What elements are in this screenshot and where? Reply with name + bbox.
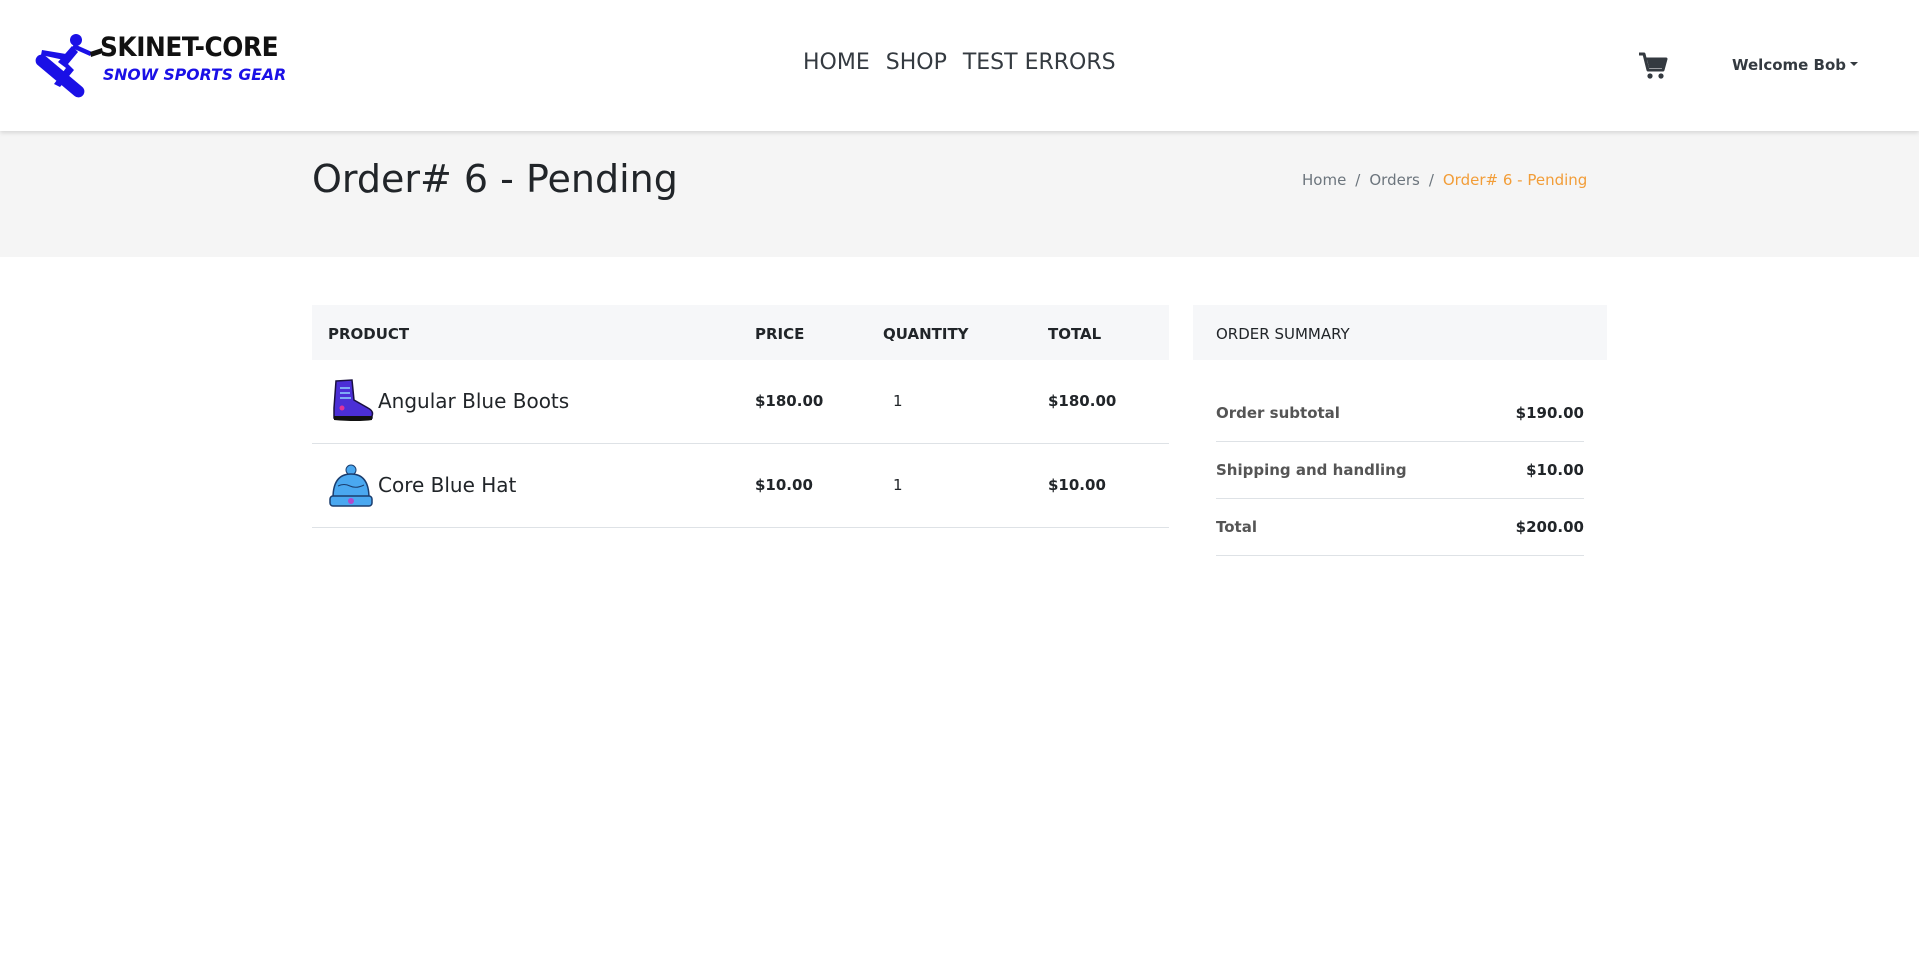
column-header-total: TOTAL — [1048, 325, 1102, 343]
welcome-label: Welcome Bob — [1732, 56, 1847, 74]
nav-shop-link[interactable]: SHOP — [886, 50, 947, 75]
snowboarder-logo-icon — [35, 34, 103, 98]
breadcrumb-orders-link[interactable]: Orders — [1369, 171, 1419, 189]
site-logo[interactable]: SKINET-CORE SNOW SPORTS GEAR — [28, 32, 286, 102]
shopping-cart-icon[interactable] — [1638, 52, 1668, 80]
nav-home-link[interactable]: HOME — [803, 50, 870, 75]
summary-label: Order subtotal — [1216, 404, 1340, 422]
main-nav: HOME SHOP TEST ERRORS — [803, 50, 1116, 75]
summary-value: $10.00 — [1526, 461, 1584, 479]
page-title: Order# 6 - Pending — [312, 157, 678, 201]
boot-image[interactable] — [328, 378, 374, 422]
page-header: Order# 6 - Pending Home / Orders / Order… — [0, 131, 1919, 257]
chevron-down-icon — [1850, 61, 1859, 66]
product-quantity: 1 — [893, 392, 903, 410]
summary-row-subtotal: Order subtotal $190.00 — [1216, 385, 1584, 442]
summary-value: $200.00 — [1515, 518, 1584, 536]
breadcrumb-current: Order# 6 - Pending — [1442, 171, 1588, 189]
logo-title: SKINET-CORE — [100, 32, 279, 63]
column-header-price: PRICE — [755, 325, 805, 343]
table-row: Angular Blue Boots $180.00 1 $180.00 — [312, 360, 1169, 444]
summary-label: Shipping and handling — [1216, 461, 1407, 479]
hat-image[interactable] — [328, 464, 374, 508]
order-summary-header: ORDER SUMMARY — [1193, 305, 1607, 360]
product-name-link[interactable]: Core Blue Hat — [378, 473, 516, 497]
product-name-link[interactable]: Angular Blue Boots — [378, 389, 569, 413]
order-summary-title: ORDER SUMMARY — [1216, 325, 1350, 343]
product-total: $10.00 — [1048, 476, 1106, 494]
breadcrumb-separator: / — [1428, 171, 1434, 189]
nav-test-errors-link[interactable]: TEST ERRORS — [963, 50, 1116, 75]
breadcrumb-home-link[interactable]: Home — [1302, 171, 1346, 189]
product-quantity: 1 — [893, 476, 903, 494]
breadcrumb: Home / Orders / Order# 6 - Pending — [1302, 171, 1587, 189]
user-menu-toggle[interactable]: Welcome Bob — [1732, 56, 1859, 74]
summary-label: Total — [1216, 518, 1257, 536]
breadcrumb-separator: / — [1355, 171, 1361, 189]
summary-value: $190.00 — [1515, 404, 1584, 422]
summary-row-shipping: Shipping and handling $10.00 — [1216, 442, 1584, 499]
logo-subtitle: SNOW SPORTS GEAR — [103, 65, 287, 84]
product-total: $180.00 — [1048, 392, 1117, 410]
product-price: $10.00 — [755, 476, 813, 494]
column-header-product: PRODUCT — [328, 325, 410, 343]
navbar: SKINET-CORE SNOW SPORTS GEAR HOME SHOP T… — [0, 0, 1919, 131]
column-header-quantity: QUANTITY — [883, 325, 969, 343]
table-row: Core Blue Hat $10.00 1 $10.00 — [312, 444, 1169, 528]
product-price: $180.00 — [755, 392, 824, 410]
summary-row-total: Total $200.00 — [1216, 499, 1584, 556]
table-header: PRODUCT PRICE QUANTITY TOTAL — [312, 305, 1169, 360]
